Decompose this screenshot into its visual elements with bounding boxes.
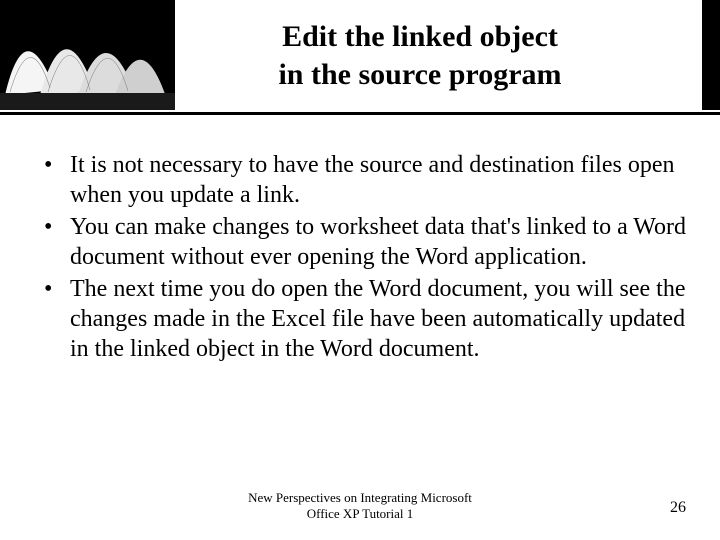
footer-line-1: New Perspectives on Integrating Microsof…	[190, 490, 530, 506]
header-divider	[0, 112, 720, 115]
list-item: The next time you do open the Word docum…	[30, 274, 692, 364]
list-item: You can make changes to worksheet data t…	[30, 212, 692, 272]
page-number: 26	[670, 499, 686, 517]
bullet-list: It is not necessary to have the source a…	[30, 150, 692, 364]
footer-line-2: Office XP Tutorial 1	[190, 506, 530, 522]
slide-title: Edit the linked object in the source pro…	[180, 18, 720, 93]
header-logo-image	[0, 0, 175, 110]
footer-text: New Perspectives on Integrating Microsof…	[190, 490, 530, 523]
slide-footer: New Perspectives on Integrating Microsof…	[0, 490, 720, 530]
opera-house-icon	[0, 0, 175, 110]
title-line-1: Edit the linked object	[180, 18, 660, 56]
header-accent-bar	[702, 0, 720, 110]
title-line-2: in the source program	[180, 56, 660, 94]
slide-header: Edit the linked object in the source pro…	[0, 0, 720, 120]
list-item: It is not necessary to have the source a…	[30, 150, 692, 210]
slide-content: It is not necessary to have the source a…	[30, 150, 692, 366]
